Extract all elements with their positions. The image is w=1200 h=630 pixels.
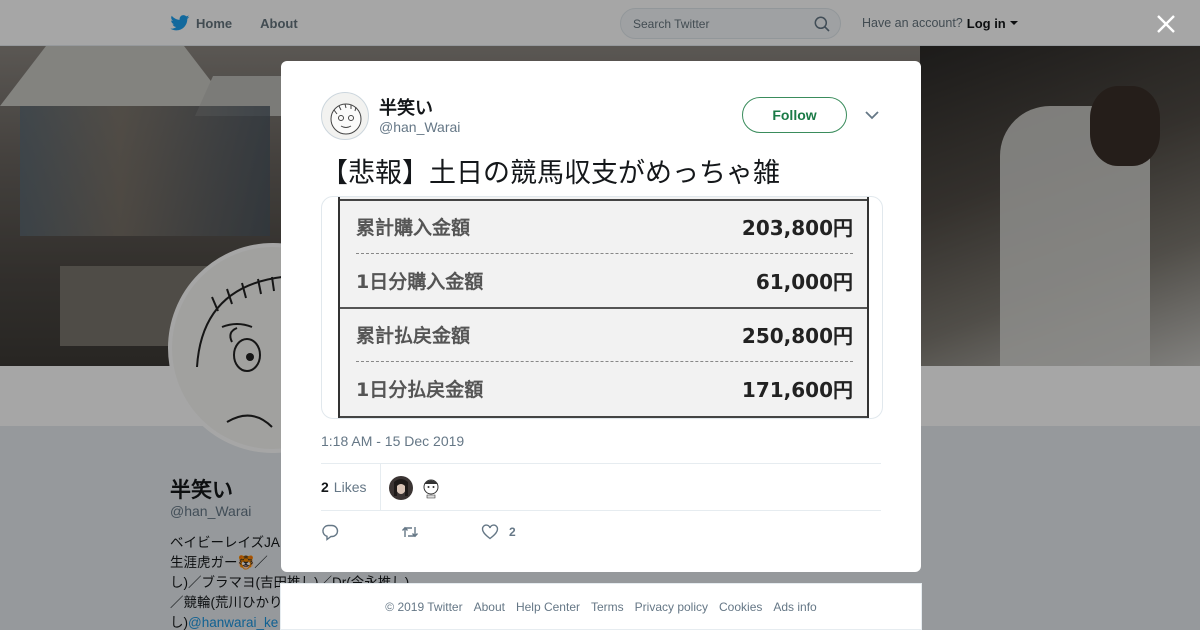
liker-drawing	[423, 479, 439, 499]
reply-button[interactable]	[321, 523, 339, 541]
tweet-text: 【悲報】土日の競馬収支がめっちゃ雑	[321, 158, 780, 189]
footer-link-ads-info[interactable]: Ads info	[773, 600, 816, 614]
receipt-row-value: 171,600円	[741, 377, 853, 402]
footer-link-help-center[interactable]: Help Center	[516, 600, 580, 614]
receipt-row-label: 1日分購入金額	[356, 270, 484, 293]
receipt-row-value: 250,800円	[741, 323, 853, 348]
chevron-down-icon[interactable]	[865, 110, 879, 120]
receipt-row-value: 203,800円	[741, 215, 853, 240]
close-icon[interactable]	[1155, 13, 1177, 35]
receipt-row-label: 累計払戻金額	[356, 324, 471, 347]
receipt-row: 累計払戻金額 250,800円	[340, 308, 867, 360]
likes-label: Likes	[333, 479, 367, 495]
tweet-author-name[interactable]: 半笑い	[379, 94, 433, 120]
like-button[interactable]: 2	[481, 523, 516, 541]
like-action-count: 2	[509, 525, 516, 539]
footer-link-cookies[interactable]: Cookies	[719, 600, 762, 614]
liker-avatar[interactable]	[419, 476, 443, 500]
receipt-row: 累計購入金額 203,800円	[340, 200, 867, 252]
footer-link-terms[interactable]: Terms	[591, 600, 624, 614]
heart-icon	[481, 524, 499, 540]
footer-link-about[interactable]: About	[474, 600, 505, 614]
likes-count[interactable]: 2 Likes	[321, 464, 382, 510]
avatar-drawing	[330, 103, 362, 135]
divider	[340, 416, 867, 418]
receipt-row: 1日分払戻金額 171,600円	[340, 362, 867, 414]
tweet-media-image[interactable]: 累計購入金額 203,800円 1日分購入金額 61,000円 累計払戻金額 2…	[321, 196, 883, 419]
likes-number: 2	[321, 479, 329, 495]
liker-photo	[394, 479, 408, 496]
liker-avatar[interactable]	[389, 476, 413, 500]
tweet-stats: 2 Likes	[321, 463, 881, 511]
receipt-row-value: 61,000円	[755, 269, 853, 294]
tweet-author-handle[interactable]: @han_Warai	[379, 119, 460, 135]
footer-link-privacy[interactable]: Privacy policy	[635, 600, 708, 614]
receipt-row-label: 1日分払戻金額	[356, 378, 484, 401]
tweet-actions: 2	[321, 521, 578, 543]
receipt-row: 1日分購入金額 61,000円	[340, 254, 867, 306]
tweet-timestamp[interactable]: 1:18 AM - 15 Dec 2019	[321, 433, 464, 449]
reply-icon	[322, 524, 339, 541]
footer: © 2019 Twitter About Help Center Terms P…	[280, 583, 922, 630]
receipt-image: 累計購入金額 203,800円 1日分購入金額 61,000円 累計払戻金額 2…	[338, 197, 869, 418]
footer-copyright: © 2019 Twitter	[385, 599, 463, 614]
receipt-row-label: 累計購入金額	[356, 216, 471, 239]
follow-button[interactable]: Follow	[742, 97, 847, 133]
retweet-button[interactable]	[401, 523, 419, 541]
retweet-icon	[401, 526, 419, 538]
tweet-modal: 半笑い @han_Warai Follow 【悲報】土日の競馬収支がめっちゃ雑 …	[281, 61, 921, 572]
tweet-author-avatar[interactable]	[321, 92, 369, 140]
